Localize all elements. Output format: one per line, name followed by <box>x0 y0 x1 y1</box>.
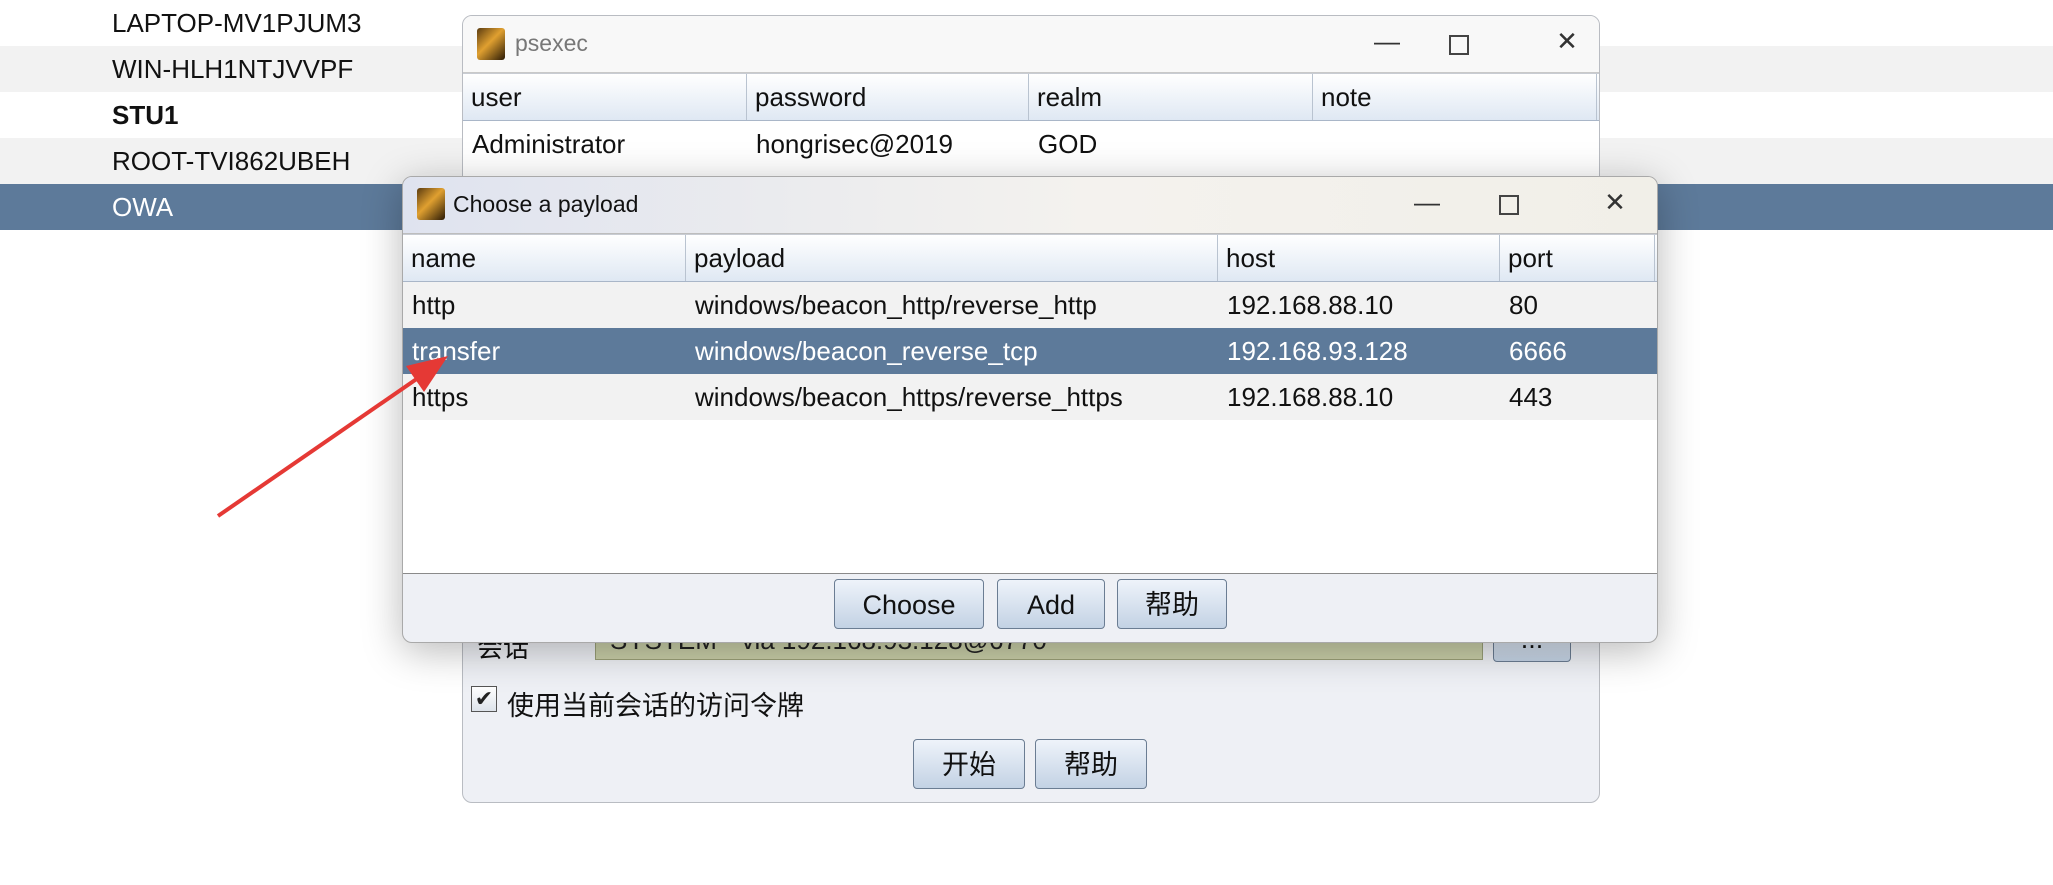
arrow-shaft <box>216 376 420 518</box>
arrow-head <box>406 356 448 392</box>
annotation-arrow <box>216 356 448 518</box>
